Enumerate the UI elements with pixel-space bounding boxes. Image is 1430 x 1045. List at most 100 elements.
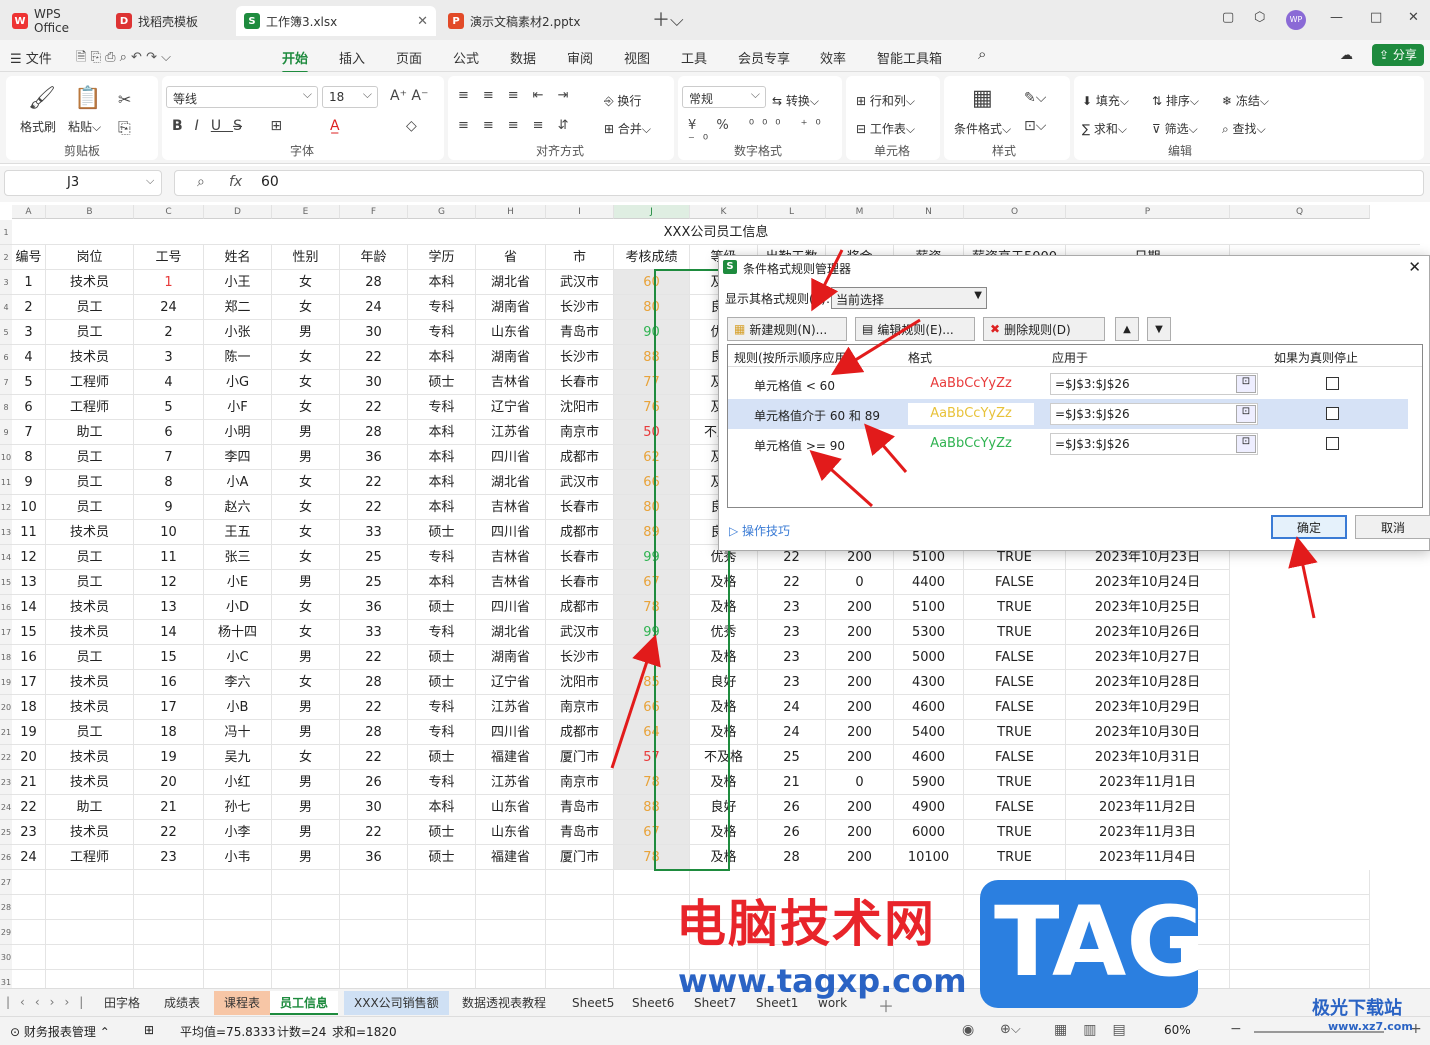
table-cell[interactable]: 硕士 xyxy=(408,845,476,870)
table-cell[interactable]: 男 xyxy=(272,695,340,720)
table-cell[interactable]: 66 xyxy=(614,470,690,495)
table-cell[interactable]: 湖南省 xyxy=(476,645,546,670)
table-cell[interactable]: 28 xyxy=(340,420,408,445)
applies-to-input[interactable]: =$J$3:$J$26 xyxy=(1050,403,1258,425)
table-cell[interactable]: 助工 xyxy=(46,795,134,820)
table-cell[interactable]: 山东省 xyxy=(476,820,546,845)
table-cell[interactable]: 男 xyxy=(272,570,340,595)
stop-if-true-checkbox[interactable] xyxy=(1326,407,1339,420)
table-cell[interactable]: 6 xyxy=(12,395,46,420)
row-header[interactable]: 28 xyxy=(0,895,12,920)
table-cell[interactable]: 男 xyxy=(272,820,340,845)
table-cell[interactable]: 张三 xyxy=(204,545,272,570)
row-header[interactable]: 6 xyxy=(0,345,12,370)
table-cell[interactable]: 23 xyxy=(134,845,204,870)
table-cell[interactable]: 2023年10月25日 xyxy=(1066,595,1230,620)
menu-smart-tools[interactable]: 智能工具箱 xyxy=(877,48,942,67)
table-cell[interactable]: 良好 xyxy=(690,795,758,820)
rowcol-button[interactable]: ⊞ 行和列⌵ xyxy=(856,92,915,109)
table-cell[interactable]: 5 xyxy=(12,370,46,395)
empty-cell[interactable] xyxy=(546,970,614,988)
table-cell[interactable]: 小B xyxy=(204,695,272,720)
table-cell[interactable]: 2023年10月29日 xyxy=(1066,695,1230,720)
row-header[interactable]: 13 xyxy=(0,520,12,545)
table-cell[interactable]: 及格 xyxy=(690,695,758,720)
menu-view[interactable]: 视图 xyxy=(624,48,650,67)
table-cell[interactable]: 2023年11月1日 xyxy=(1066,770,1230,795)
table-cell[interactable]: 16 xyxy=(134,670,204,695)
filter-button[interactable]: ⊽ 筛选⌵ xyxy=(1152,120,1198,137)
table-cell[interactable]: 99 xyxy=(614,620,690,645)
table-cell[interactable]: 36 xyxy=(340,845,408,870)
table-cell[interactable]: 2023年11月3日 xyxy=(1066,820,1230,845)
tips-link[interactable]: ▷ 操作技巧 xyxy=(729,522,790,539)
table-cell[interactable]: 4 xyxy=(12,345,46,370)
table-cell[interactable]: 8 xyxy=(12,445,46,470)
header-cell[interactable]: 编号 xyxy=(12,245,46,270)
layout-icon[interactable]: ▢ xyxy=(1222,10,1234,25)
find-button[interactable]: ⌕ 查找⌵ xyxy=(1222,120,1266,137)
table-cell[interactable]: 硕士 xyxy=(408,820,476,845)
table-cell[interactable]: 33 xyxy=(340,620,408,645)
rule-row-selected[interactable]: 单元格值介于 60 和 89 AaBbCcYyZz =$J$3:$J$26 ⊡ xyxy=(728,399,1408,429)
table-cell[interactable]: 25 xyxy=(340,570,408,595)
empty-cell[interactable] xyxy=(340,920,408,945)
table-cell[interactable]: 1 xyxy=(12,270,46,295)
table-cell[interactable]: 4300 xyxy=(894,670,964,695)
table-cell[interactable]: 江苏省 xyxy=(476,770,546,795)
table-cell[interactable]: 24 xyxy=(340,295,408,320)
table-cell[interactable]: 男 xyxy=(272,320,340,345)
table-cell[interactable]: 200 xyxy=(826,795,894,820)
menu-efficiency[interactable]: 效率 xyxy=(820,48,846,67)
table-cell[interactable]: 员工 xyxy=(46,445,134,470)
menu-home[interactable]: 开始 xyxy=(282,48,309,74)
table-cell[interactable]: 30 xyxy=(340,795,408,820)
table-cell[interactable]: 四川省 xyxy=(476,720,546,745)
table-cell[interactable]: 山东省 xyxy=(476,320,546,345)
row-header[interactable]: 11 xyxy=(0,470,12,495)
rule-row[interactable]: 单元格值 < 60 AaBbCcYyZz =$J$3:$J$26 ⊡ xyxy=(728,369,1408,399)
zoom-level[interactable]: 60% xyxy=(1164,1023,1191,1037)
table-cell[interactable]: 88 xyxy=(614,345,690,370)
menu-file[interactable]: ☰ 文件 xyxy=(10,48,52,67)
table-cell[interactable]: 200 xyxy=(826,645,894,670)
table-cell[interactable]: 小韦 xyxy=(204,845,272,870)
table-cell[interactable]: 22 xyxy=(340,820,408,845)
move-up-button[interactable]: ▲ xyxy=(1115,317,1139,341)
empty-cell[interactable] xyxy=(340,870,408,895)
table-cell[interactable]: FALSE xyxy=(964,670,1066,695)
table-cell[interactable]: 36 xyxy=(340,595,408,620)
table-cell[interactable]: 硕士 xyxy=(408,370,476,395)
formula-value[interactable]: 60 xyxy=(261,174,279,190)
table-cell[interactable]: 26 xyxy=(758,820,826,845)
table-cell[interactable]: TRUE xyxy=(964,620,1066,645)
table-cell[interactable]: 技术员 xyxy=(46,820,134,845)
border-icon[interactable]: ⊡⌵ xyxy=(1024,118,1046,134)
empty-cell[interactable] xyxy=(476,945,546,970)
table-cell[interactable]: 77 xyxy=(614,370,690,395)
tab-wps-office[interactable]: W WPS Office xyxy=(4,6,104,36)
row-header[interactable]: 27 xyxy=(0,870,12,895)
row-header[interactable]: 16 xyxy=(0,595,12,620)
chevron-down-icon[interactable]: ⌵ xyxy=(146,174,154,188)
sort-button[interactable]: ⇅ 排序⌵ xyxy=(1152,92,1199,109)
table-cell[interactable]: 10 xyxy=(134,520,204,545)
table-cell[interactable]: 专科 xyxy=(408,295,476,320)
table-cell[interactable]: 技术员 xyxy=(46,620,134,645)
table-cell[interactable]: 24 xyxy=(758,695,826,720)
table-cell[interactable]: 9 xyxy=(134,495,204,520)
table-cell[interactable]: 1 xyxy=(134,270,204,295)
row-header[interactable]: 1 xyxy=(0,220,12,245)
table-cell[interactable]: 吉林省 xyxy=(476,370,546,395)
table-cell[interactable]: 员工 xyxy=(46,720,134,745)
table-cell[interactable]: 33 xyxy=(340,520,408,545)
menu-formula[interactable]: 公式 xyxy=(453,48,479,67)
table-cell[interactable]: 小张 xyxy=(204,320,272,345)
table-cell[interactable]: 青岛市 xyxy=(546,795,614,820)
move-down-button[interactable]: ▼ xyxy=(1147,317,1171,341)
format-painter-button[interactable]: 格式刷 xyxy=(20,118,56,135)
macro-icon[interactable]: ⊞ xyxy=(144,1023,154,1037)
delete-rule-button[interactable]: ✖ 删除规则(D) xyxy=(983,317,1105,341)
grow-font-icon[interactable]: A⁺ A⁻ xyxy=(390,88,428,104)
table-cell[interactable]: 9 xyxy=(12,470,46,495)
